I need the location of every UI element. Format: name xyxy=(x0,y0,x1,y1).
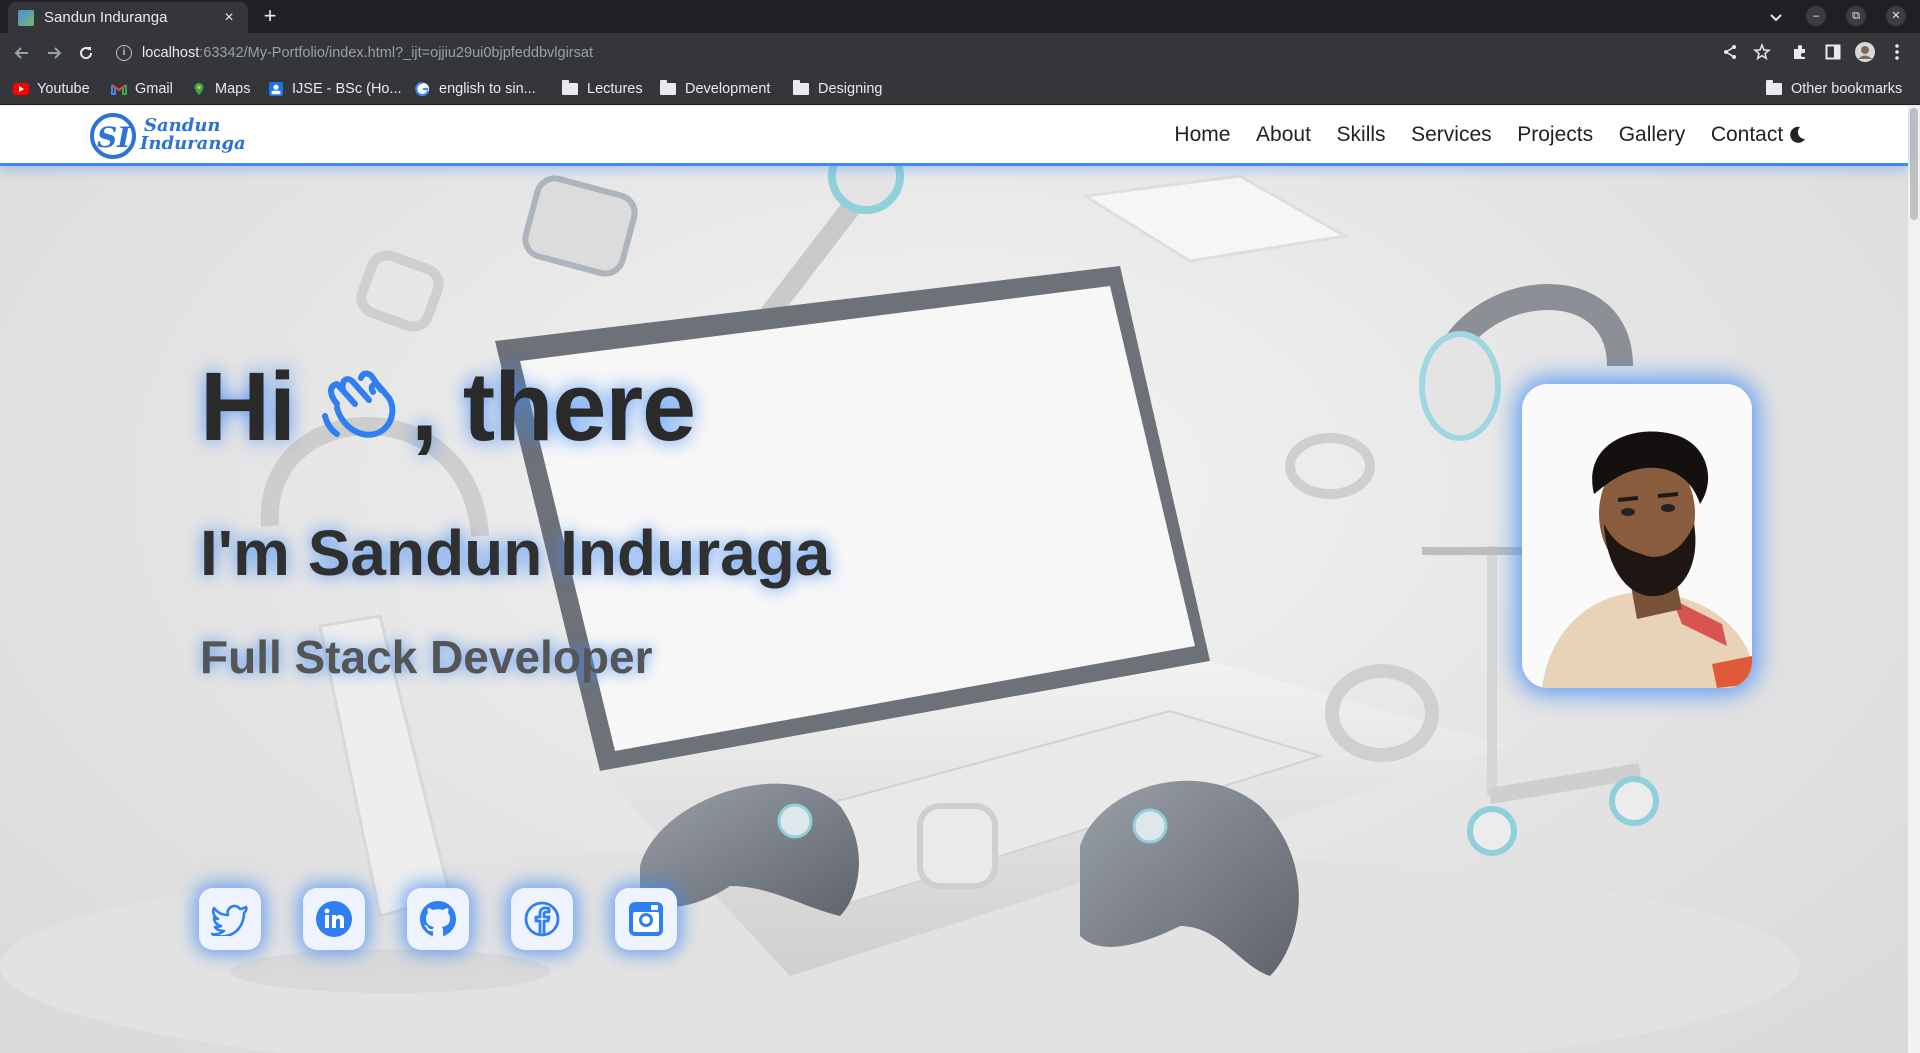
minimize-window-button[interactable]: – xyxy=(1806,6,1826,26)
hero-role: Full Stack Developer xyxy=(200,631,653,683)
bookmark-folder-development[interactable]: Development xyxy=(660,79,770,99)
browser-tab[interactable]: Sandun Induranga × xyxy=(8,2,248,33)
site-favicon-icon xyxy=(18,9,34,26)
hero-greeting: Hi , there xyxy=(200,351,696,463)
instagram-icon xyxy=(629,902,663,936)
bookmark-youtube[interactable]: Youtube xyxy=(13,79,90,99)
folder-icon xyxy=(660,80,676,95)
waving-hands-icon xyxy=(322,370,396,438)
hero-section: SI Sandun Induranga Home About Skills Se… xyxy=(0,106,1908,1053)
greeting-there: , there xyxy=(411,352,696,461)
url-host: localhost xyxy=(142,44,200,61)
nav-home[interactable]: Home xyxy=(1162,120,1244,150)
nav-projects[interactable]: Projects xyxy=(1504,120,1605,150)
folder-icon xyxy=(1766,80,1782,95)
greeting-hi: Hi xyxy=(200,352,296,461)
linkedin-icon xyxy=(316,901,352,937)
bookmark-folder-other-bookmarks[interactable]: Other bookmarks xyxy=(1766,79,1902,99)
browser-tab-strip: Sandun Induranga × + – ⧉ ✕ xyxy=(0,0,1920,33)
side-panel-icon[interactable] xyxy=(1823,42,1843,62)
bookmark-label: Other bookmarks xyxy=(1791,81,1903,97)
bookmark-label: english to sin... xyxy=(439,81,536,97)
bookmark-label: Youtube xyxy=(37,81,90,97)
youtube-icon xyxy=(13,83,29,95)
facebook-icon xyxy=(524,901,560,937)
profile-photo xyxy=(1522,384,1752,688)
bookmark-folder-designing[interactable]: Designing xyxy=(793,79,883,99)
gmail-icon xyxy=(111,84,127,95)
nav-contact[interactable]: Contact xyxy=(1698,120,1796,150)
bookmark-label: Designing xyxy=(818,81,883,97)
bookmark-label: Development xyxy=(685,81,771,97)
close-tab-icon[interactable]: × xyxy=(220,9,238,27)
instagram-link[interactable] xyxy=(615,888,677,950)
scrollbar-thumb[interactable] xyxy=(1910,108,1918,220)
new-tab-button[interactable]: + xyxy=(258,4,282,28)
logo-text-line2: Induranga xyxy=(140,133,246,154)
site-info-icon[interactable]: i xyxy=(116,44,132,61)
reload-icon[interactable] xyxy=(74,41,98,65)
bookmark-star-icon[interactable] xyxy=(1752,42,1772,62)
google-icon xyxy=(415,82,430,96)
logo-monogram-icon: SI xyxy=(90,113,136,159)
tab-title: Sandun Induranga xyxy=(44,9,168,26)
bookmark-label: Gmail xyxy=(135,81,173,97)
bookmark-label: Lectures xyxy=(587,81,643,97)
bookmark-maps[interactable]: Maps xyxy=(191,79,250,99)
github-icon xyxy=(420,901,456,936)
bookmark-folder-lectures[interactable]: Lectures xyxy=(562,79,643,99)
nav-skills[interactable]: Skills xyxy=(1324,120,1399,150)
browser-menu-kebab-icon[interactable] xyxy=(1887,42,1907,62)
tab-search-chevron-icon[interactable] xyxy=(1766,7,1786,27)
facebook-link[interactable] xyxy=(511,888,573,950)
page-viewport: SI Sandun Induranga Home About Skills Se… xyxy=(0,106,1920,1053)
hero-name: I'm Sandun Induraga xyxy=(200,517,831,589)
twitter-icon xyxy=(211,904,248,936)
extensions-puzzle-icon[interactable] xyxy=(1790,42,1810,62)
bookmark-english-to-sin[interactable]: english to sin... xyxy=(415,79,536,99)
bookmarks-bar: Youtube Gmail Maps IJSE - BSc (Ho... eng… xyxy=(0,72,1920,105)
nav-about[interactable]: About xyxy=(1243,120,1323,150)
nav-gallery[interactable]: Gallery xyxy=(1606,120,1698,150)
github-link[interactable] xyxy=(407,888,469,950)
bookmark-label: Maps xyxy=(215,81,251,97)
nav-menu: Home About Skills Services Projects Gall… xyxy=(1162,120,1796,150)
ijse-icon xyxy=(269,82,283,96)
nav-services[interactable]: Services xyxy=(1398,120,1504,150)
url-path: :63342/My-Portfolio/index.html?_ijt=ojji… xyxy=(199,44,593,61)
maps-icon xyxy=(194,82,204,96)
moon-icon[interactable] xyxy=(1786,124,1808,146)
profile-portrait-illustration xyxy=(1522,384,1752,688)
address-bar[interactable]: i localhost:63342/My-Portfolio/index.htm… xyxy=(108,37,1768,68)
social-links xyxy=(199,888,719,950)
share-icon[interactable] xyxy=(1720,42,1740,62)
page-scrollbar[interactable] xyxy=(1908,106,1920,1053)
back-arrow-icon[interactable] xyxy=(10,41,34,65)
forward-arrow-icon[interactable] xyxy=(42,41,66,65)
twitter-link[interactable] xyxy=(199,888,261,950)
folder-icon xyxy=(793,80,809,95)
folder-icon xyxy=(562,80,578,95)
close-window-button[interactable]: ✕ xyxy=(1886,6,1906,26)
site-navbar: SI Sandun Induranga Home About Skills Se… xyxy=(0,106,1908,166)
browser-toolbar: i localhost:63342/My-Portfolio/index.htm… xyxy=(0,33,1920,72)
profile-avatar[interactable] xyxy=(1855,42,1875,62)
bookmark-label: IJSE - BSc (Ho... xyxy=(292,81,402,97)
site-logo[interactable]: SI Sandun Induranga xyxy=(88,109,246,161)
bookmark-gmail[interactable]: Gmail xyxy=(111,79,173,99)
svg-text:SI: SI xyxy=(97,121,131,154)
linkedin-link[interactable] xyxy=(303,888,365,950)
bookmark-ijse[interactable]: IJSE - BSc (Ho... xyxy=(268,79,402,99)
restore-window-button[interactable]: ⧉ xyxy=(1846,6,1866,26)
